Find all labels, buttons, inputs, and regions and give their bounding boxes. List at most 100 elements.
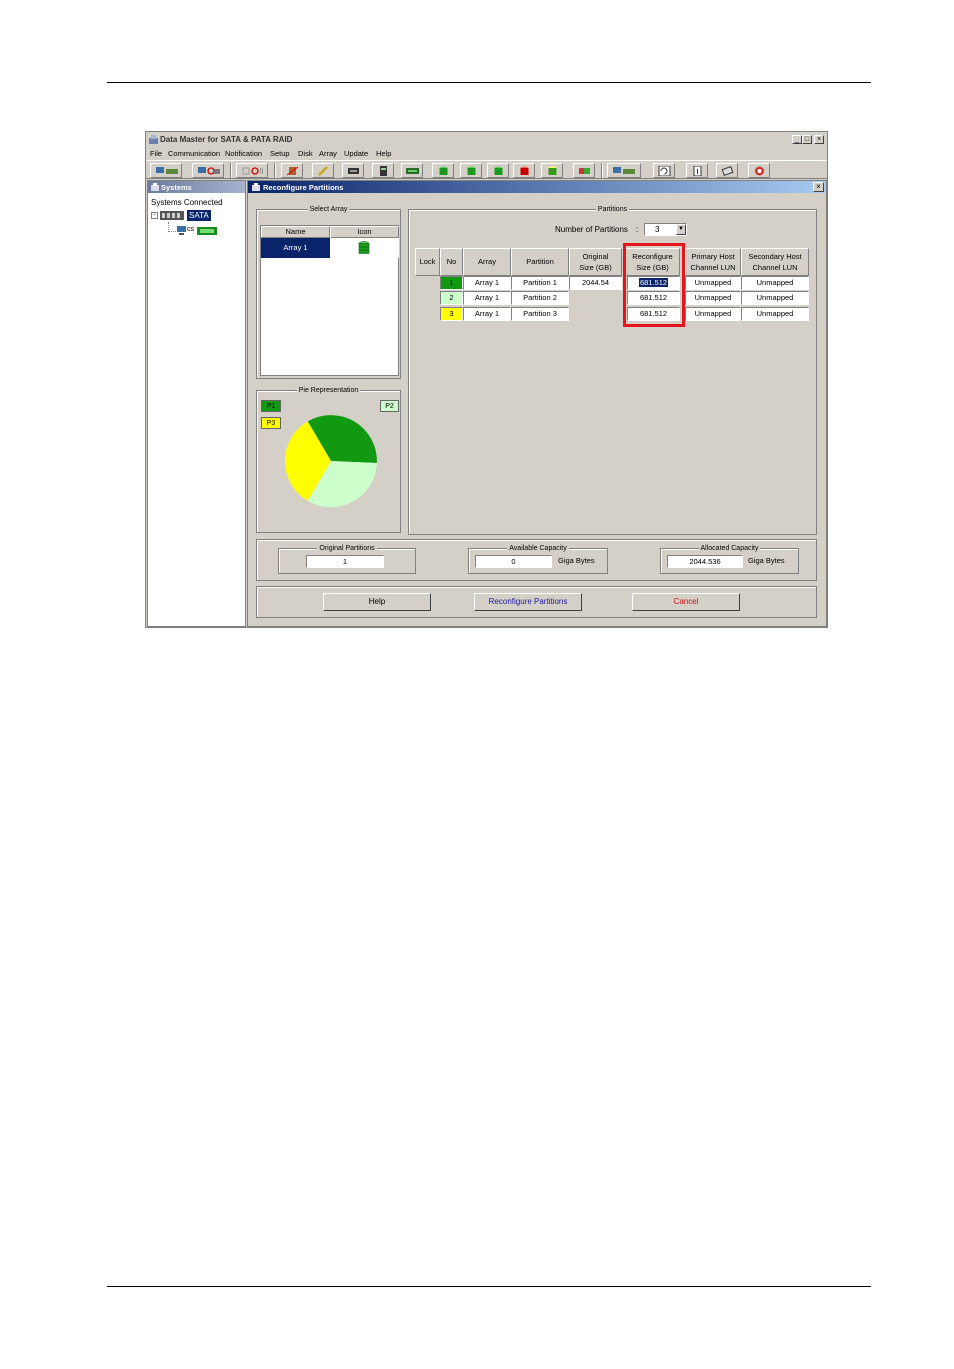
toolbar-array-button[interactable] [460,163,482,178]
menu-array[interactable]: Array [319,149,337,158]
menu-disk[interactable]: Disk [298,149,313,158]
toolbar-connect-button[interactable] [150,163,182,178]
array-yellow-icon [548,166,557,175]
email-icon [242,167,263,175]
partitions-group: Partitions Number of Partitions : 3 ▼ Lo… [408,206,818,535]
menu-communication[interactable]: Communication [168,149,220,158]
computer-disconnect-icon [198,167,220,175]
systems-panel: Systems Systems Connected - SATA cs [147,180,246,627]
row-original-size-cell: 2044.54 [569,276,622,290]
toolbar-notify-button[interactable] [236,163,268,178]
col-header-original-size[interactable]: Original Size (GB) [569,248,622,276]
row-partition-cell: Partition 1 [511,276,569,290]
col-header-original-size-line1: Original [582,252,609,261]
toolbar-array-expand-button[interactable] [487,163,509,178]
menu-update[interactable]: Update [344,149,368,158]
raid-card-icon [197,227,217,235]
page-footer-rule [107,1286,871,1287]
maximize-button[interactable]: □ [802,135,812,144]
toolbar-alarm-button[interactable] [281,163,303,178]
minimize-button[interactable]: _ [792,135,802,144]
dialog-close-button[interactable]: × [813,182,824,192]
tree-node-cs-label: cs [187,226,194,233]
select-array-header-name[interactable]: Name [261,226,330,238]
systems-icon [151,183,159,191]
array-green-icon [467,166,476,175]
help-button[interactable]: Help [323,593,431,611]
col-header-lock[interactable]: Lock [415,248,440,276]
tree-connector [168,222,176,232]
col-header-secondary-host[interactable]: Secondary Host Channel LUN [741,248,809,276]
col-header-secondary-host-line2: Channel LUN [752,263,798,272]
systems-panel-title: Systems [161,183,192,192]
toolbar-tools-button[interactable] [716,163,738,178]
pie-representation-group: Pie Representation P1 P2 P3 [256,387,401,533]
number-of-partitions-select[interactable]: 3 ▼ [644,223,687,236]
col-header-primary-host[interactable]: Primary Host Channel LUN [685,248,741,276]
row-secondary-host-cell: Unmapped [741,307,809,321]
dialog-header[interactable]: Reconfigure Partitions × [248,181,826,193]
drive-bay-icon [380,166,387,176]
tree-node-sata[interactable]: - SATA [151,210,221,222]
toolbar-setup-button[interactable] [312,163,334,178]
table-row: 1 Array 1 Partition 1 2044.54 681.512 Un… [409,276,818,291]
chevron-down-icon[interactable]: ▼ [676,224,686,235]
toolbar-help-button[interactable] [748,163,770,178]
col-header-array[interactable]: Array [463,248,511,276]
array-green-icon [439,166,448,175]
menu-notification[interactable]: Notification [225,149,262,158]
menu-help[interactable]: Help [376,149,391,158]
computer-connect-icon [156,167,178,174]
toolbar-enclosure-button[interactable] [401,163,423,178]
cancel-button[interactable]: Cancel [632,593,740,611]
pie-title: Pie Representation [296,387,361,394]
legend-p1: P1 [261,400,281,412]
number-of-partitions-value: 3 [655,225,660,234]
menu-setup[interactable]: Setup [270,149,290,158]
available-capacity-box: Available Capacity 0 Giga Bytes [468,545,608,574]
close-window-button[interactable]: × [814,135,824,144]
select-array-list: Name Icon Array 1 [260,225,399,376]
select-array-row[interactable]: Array 1 [261,238,399,258]
allocated-capacity-unit: Giga Bytes [748,556,785,565]
col-header-original-size-line2: Size (GB) [579,263,612,272]
original-partitions-field: 1 [306,555,384,568]
row-primary-host-cell: Unmapped [685,307,741,321]
partition-pie-chart [285,415,377,507]
raid-controller-icon [160,211,184,220]
computer-icon [177,226,186,235]
help-lifebuoy-icon [755,166,764,176]
toolbar-array-delete-button[interactable] [513,163,535,178]
page-header-rule [107,82,871,83]
toolbar-array-yellow-button[interactable] [541,163,563,178]
reconfigure-partitions-button[interactable]: Reconfigure Partitions [474,593,582,611]
toolbar-array-create-button[interactable] [432,163,454,178]
title-bar[interactable]: Data Master for SATA & PATA RAID _ □ × [146,132,827,148]
select-array-header-icon[interactable]: Icon [330,226,399,238]
toolbar-info-button[interactable] [686,163,708,178]
available-capacity-label: Available Capacity [507,545,569,552]
available-capacity-unit: Giga Bytes [558,556,595,565]
toolbar-disk-button[interactable] [342,163,364,178]
col-header-primary-host-line2: Channel LUN [690,263,736,272]
refresh-icon [658,166,671,176]
row-array-cell: Array 1 [463,276,511,290]
toolbar-update-button[interactable] [607,163,641,178]
menu-file[interactable]: File [150,149,162,158]
tree-expand-toggle[interactable]: - [151,212,158,219]
col-header-no[interactable]: No [440,248,463,276]
row-no-cell: 2 [440,291,463,305]
col-header-partition[interactable]: Partition [511,248,569,276]
window-title: Data Master for SATA & PATA RAID [160,135,293,144]
toolbar-partition-button[interactable] [573,163,595,178]
disk-icon [348,168,359,174]
row-primary-host-cell: Unmapped [685,291,741,305]
array-red-icon [520,166,529,175]
reconfigure-partitions-dialog: Reconfigure Partitions × Select Array Na… [247,180,827,627]
partition-icon [579,168,590,174]
toolbar-disconnect-button[interactable] [192,163,224,178]
toolbar-refresh-button[interactable] [653,163,675,178]
select-array-title: Select Array [307,206,350,213]
toolbar-drive-button[interactable] [372,163,394,178]
tree-node-cs[interactable]: cs [177,225,227,237]
